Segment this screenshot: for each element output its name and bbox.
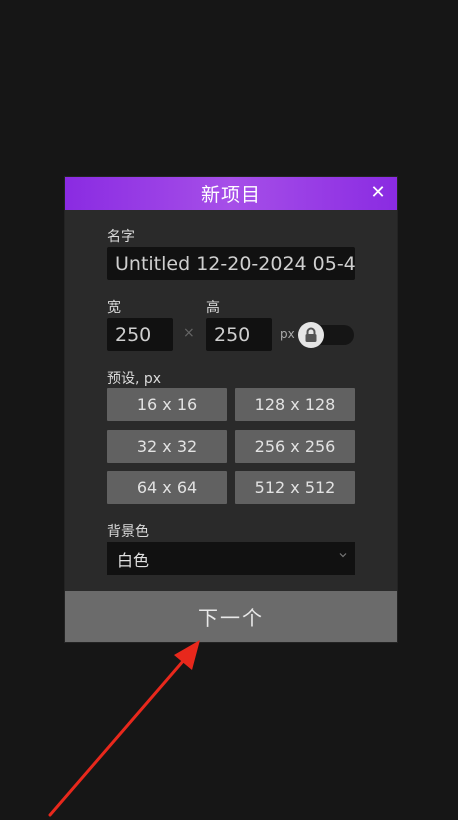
- background-color-value: 白色: [117, 550, 150, 570]
- height-label: 高: [206, 300, 220, 316]
- close-icon[interactable]: ✕: [369, 182, 387, 204]
- aspect-lock-toggle[interactable]: [298, 322, 354, 348]
- preset-128-button[interactable]: 128 x 128: [235, 388, 355, 421]
- chevron-down-icon: [339, 553, 347, 558]
- name-label: 名字: [107, 229, 135, 245]
- preset-256-button[interactable]: 256 x 256: [235, 430, 355, 463]
- dialog-titlebar: 新项目 ✕: [65, 177, 397, 210]
- times-sign: ×: [183, 325, 195, 341]
- lock-icon: [298, 322, 324, 348]
- preset-512-button[interactable]: 512 x 512: [235, 471, 355, 504]
- new-project-dialog: 新项目 ✕ 名字 Untitled 12-20-2024 05-4 宽 高 25…: [65, 177, 397, 642]
- presets-label: 预设, px: [107, 371, 162, 387]
- preset-64-button[interactable]: 64 x 64: [107, 471, 227, 504]
- unit-label: px: [280, 327, 295, 341]
- height-input[interactable]: 250: [206, 318, 272, 351]
- preset-32-button[interactable]: 32 x 32: [107, 430, 227, 463]
- background-color-select[interactable]: 白色: [107, 542, 355, 575]
- width-input[interactable]: 250: [107, 318, 173, 351]
- width-label: 宽: [107, 300, 121, 316]
- background-color-label: 背景色: [107, 524, 149, 540]
- next-button[interactable]: 下一个: [65, 591, 397, 642]
- dialog-title: 新项目: [200, 184, 261, 206]
- name-input[interactable]: Untitled 12-20-2024 05-4: [107, 247, 355, 280]
- preset-16-button[interactable]: 16 x 16: [107, 388, 227, 421]
